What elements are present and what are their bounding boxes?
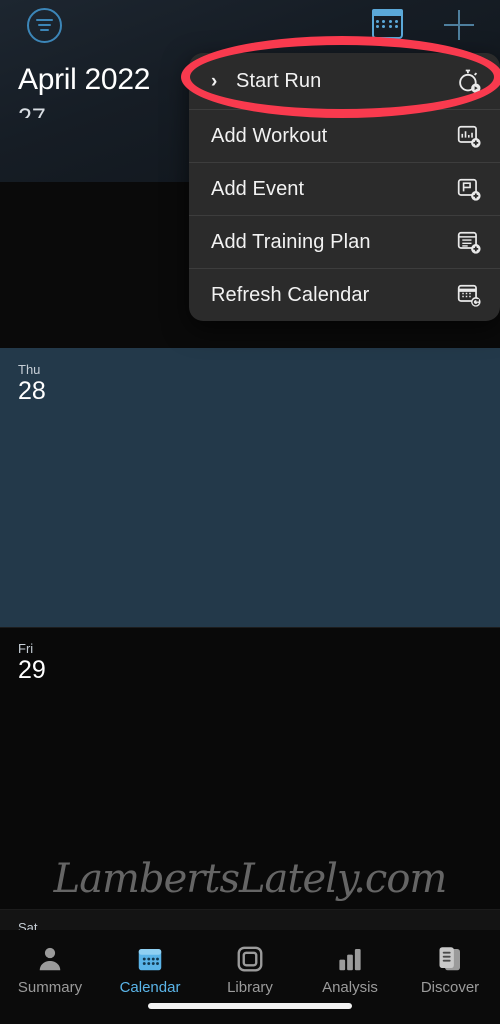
documents-icon	[435, 942, 465, 976]
bar-chart-icon	[335, 942, 365, 976]
chart-add-icon	[456, 123, 482, 149]
tab-label: Analysis	[322, 979, 378, 996]
chevron-right-icon: ›	[211, 70, 218, 92]
day-of-week-label: Thu	[18, 362, 41, 377]
calendar-day-row-thu[interactable]: Thu 28	[0, 348, 500, 628]
plus-icon[interactable]	[444, 10, 474, 40]
tab-label: Summary	[17, 979, 83, 996]
tab-analysis[interactable]: Analysis	[300, 930, 400, 1024]
menu-item-refresh-calendar[interactable]: Refresh Calendar	[189, 268, 500, 321]
person-icon	[35, 942, 65, 976]
menu-item-label: Refresh Calendar	[211, 283, 370, 306]
menu-item-label: Add Event	[211, 177, 305, 200]
menu-item-label: Start Run	[236, 69, 322, 92]
menu-item-label: Add Training Plan	[211, 230, 371, 253]
day-of-week-label: Fri	[18, 641, 34, 656]
flag-add-icon	[456, 176, 482, 202]
day-number-label: 29	[18, 656, 46, 684]
stopwatch-play-icon	[456, 68, 482, 94]
tab-calendar[interactable]: Calendar	[100, 930, 200, 1024]
tab-library[interactable]: Library	[200, 930, 300, 1024]
tab-label: Calendar	[119, 979, 181, 996]
bottom-tab-bar: Summary Calendar Library Analysis Discov…	[0, 930, 500, 1024]
menu-item-add-workout[interactable]: Add Workout	[189, 109, 500, 162]
clipped-day-number: 27	[18, 104, 46, 118]
page-title: April 2022	[18, 63, 151, 96]
app-screen: Thu 28 Fri 29 Sat LambertsLately.com Apr…	[0, 0, 500, 1024]
tab-label: Discover	[420, 979, 480, 996]
tab-discover[interactable]: Discover	[400, 930, 500, 1024]
calendar-icon[interactable]	[372, 9, 403, 39]
menu-item-label: Add Workout	[211, 124, 328, 147]
calendar-icon	[135, 942, 165, 976]
menu-item-add-training-plan[interactable]: Add Training Plan	[189, 215, 500, 268]
menu-item-start-run[interactable]: › Start Run	[189, 53, 500, 109]
context-menu: › Start Run Add Workout Add Event Add Tr…	[189, 53, 500, 321]
squares-icon	[235, 942, 265, 976]
menu-item-add-event[interactable]: Add Event	[189, 162, 500, 215]
calendar-day-row-fri[interactable]: Fri 29	[0, 628, 500, 910]
filter-lines-circle-icon[interactable]	[27, 8, 62, 43]
tab-label: Library	[227, 979, 273, 996]
day-number-label: 28	[18, 377, 46, 405]
home-indicator	[148, 1003, 352, 1009]
tab-summary[interactable]: Summary	[0, 930, 100, 1024]
header-icon-bar	[0, 0, 500, 55]
calendar-refresh-icon	[456, 282, 482, 308]
list-add-icon	[456, 229, 482, 255]
